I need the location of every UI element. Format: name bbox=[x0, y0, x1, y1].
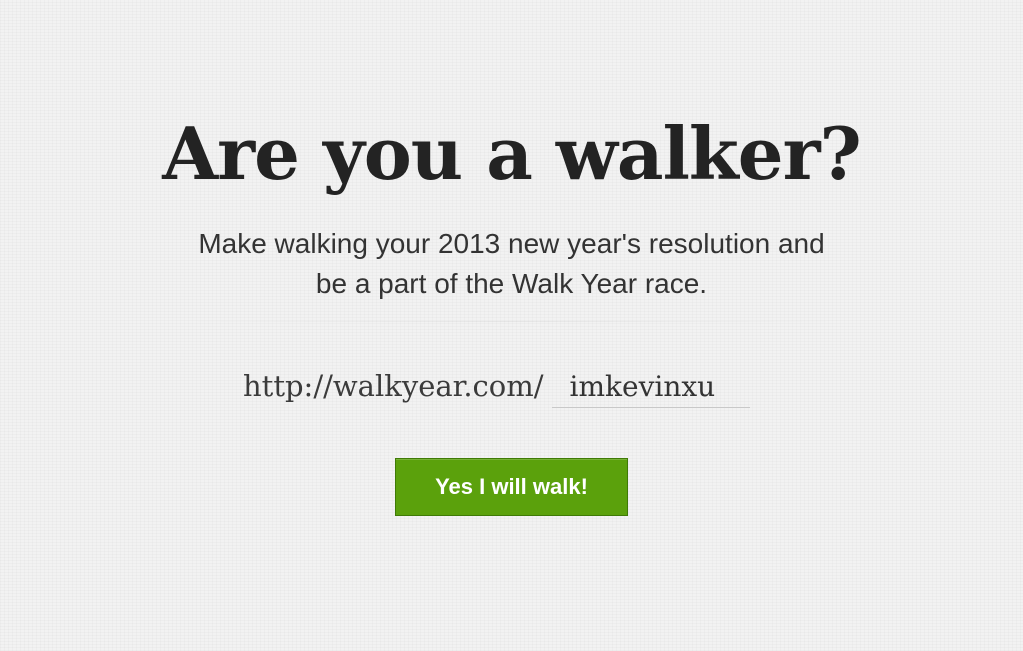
divider bbox=[180, 321, 843, 322]
submit-button[interactable]: Yes I will walk! bbox=[395, 458, 628, 516]
username-input[interactable] bbox=[551, 368, 750, 408]
subtitle-line: Make walking your 2013 new year's resolu… bbox=[198, 228, 825, 259]
page-subtitle: Make walking your 2013 new year's resolu… bbox=[0, 224, 1023, 304]
username-url-row: http://walkyear.com/ bbox=[243, 364, 750, 408]
url-prefix-label: http://walkyear.com/ bbox=[243, 369, 544, 403]
subtitle-line: be a part of the Walk Year race. bbox=[315, 268, 708, 299]
page-title: Are you a walker? bbox=[162, 111, 861, 196]
